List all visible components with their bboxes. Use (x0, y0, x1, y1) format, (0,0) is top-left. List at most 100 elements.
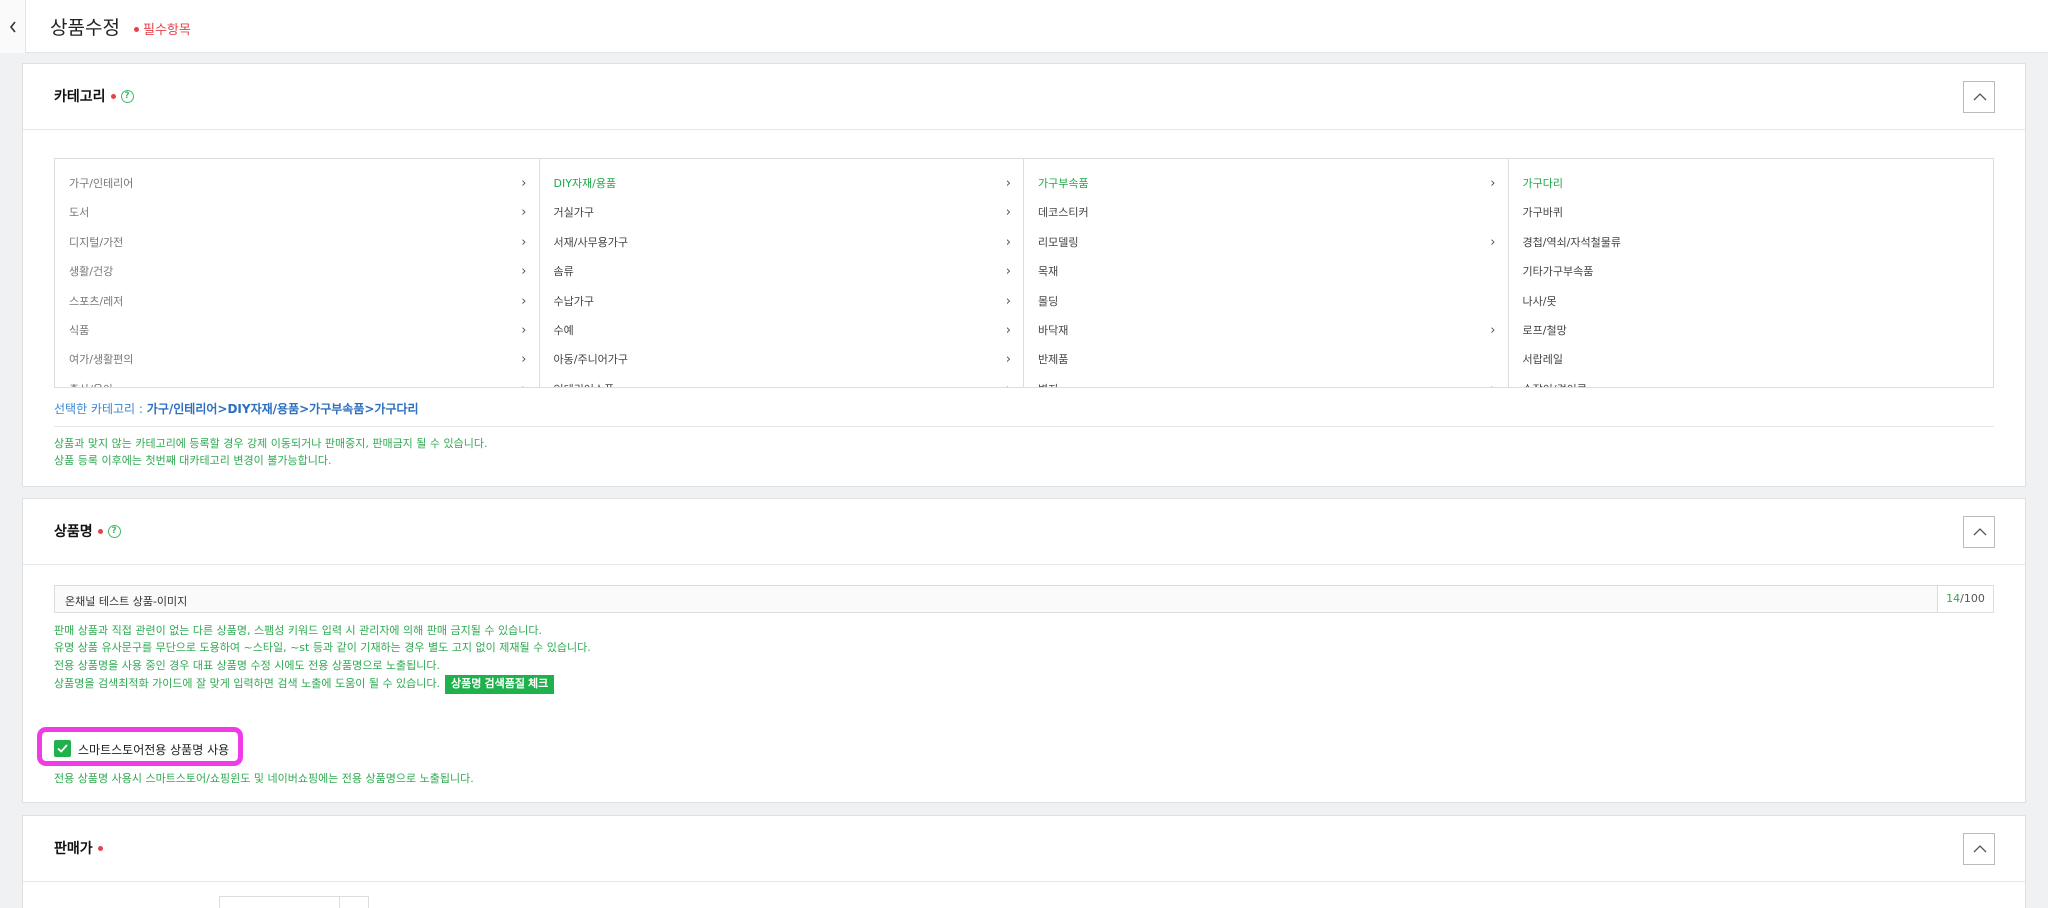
chevron-right-icon: › (1005, 352, 1011, 368)
category-item[interactable]: 나사/못 (1509, 287, 1994, 316)
chevron-right-icon: › (1005, 176, 1011, 191)
category-item[interactable]: 스포츠/레저 › (55, 287, 539, 316)
chevron-right-icon: › (521, 264, 527, 280)
help-icon[interactable]: ? (107, 524, 121, 538)
category-item[interactable]: 바닥재 › (1024, 316, 1508, 345)
page-header: 상품수정 필수항목 (0, 0, 2048, 53)
category-item[interactable]: 가구바퀴 (1509, 198, 1994, 227)
chevron-right-icon: › (521, 234, 527, 250)
price-panel: 판매가 (22, 815, 2026, 908)
category-item[interactable]: 아동/주니어가구 › (540, 345, 1024, 374)
category-item[interactable]: 몰딩 (1024, 287, 1508, 316)
category-selector: 가구/인테리어 › 도서 › 디지털/가전 › 생활/건강 › 스포츠/레저 › 식품 › 여가/생활편… (54, 158, 1994, 388)
category-item[interactable]: 거실가구 › (540, 198, 1024, 227)
checkmark-icon (57, 744, 68, 753)
category-column-4[interactable]: 가구다리가구바퀴경첩/역쇠/자석철물류기타가구부속품나사/못로프/철망서랍레일손… (1509, 159, 1994, 387)
chevron-right-icon: › (1005, 322, 1011, 338)
exclusive-name-checkbox[interactable] (54, 740, 71, 757)
product-name-notice-3: 전용 상품명을 사용 중인 경우 대표 상품명 수정 시에도 전용 상품명으로 … (54, 659, 441, 672)
category-item[interactable]: 가구부속품 › (1024, 169, 1508, 198)
price-panel-header: 판매가 (23, 816, 2025, 882)
product-name-value[interactable]: 온채널 테스트 상품-이미지 (65, 593, 187, 609)
required-dot-icon (97, 528, 103, 534)
required-dot-icon (97, 845, 103, 851)
product-name-panel: 상품명? 온채널 테스트 상품-이미지 14/100 판매 상품과 직접 관련이… (22, 498, 2026, 803)
product-name-panel-header: 상품명? (23, 499, 2025, 565)
category-panel: 카테고리? 가구/인테리어 › 도서 › 디지털/가전 › 생활/건강 › 스포츠/레저 › 식품 ›… (22, 63, 2026, 487)
category-item[interactable]: DIY자재/용품 › (540, 169, 1024, 198)
help-icon[interactable]: ? (120, 89, 134, 103)
category-panel-header: 카테고리? (23, 64, 2025, 130)
chevron-up-icon (1973, 845, 1987, 853)
back-button[interactable] (0, 0, 26, 53)
category-item[interactable]: 가구다리 (1509, 169, 1994, 198)
category-item[interactable]: 반제품 (1024, 345, 1508, 374)
category-item[interactable]: 솜류 › (540, 257, 1024, 286)
category-item[interactable]: 가구/인테리어 › (55, 169, 539, 198)
category-item[interactable]: 로프/철망 (1509, 316, 1994, 345)
selected-category: 선택한 카테고리 : 가구/인테리어>DIY자재/용품>가구부속품>가구다리 (54, 402, 419, 416)
chevron-right-icon: › (1490, 176, 1496, 191)
category-notice-1: 상품과 맞지 않는 카테고리에 등록할 경우 강제 이동되거나 판매중지, 판매… (54, 437, 488, 450)
exclusive-name-option: 스마트스토어전용 상품명 사용 (37, 727, 243, 766)
category-item[interactable]: 인테리어소품› (540, 375, 1024, 387)
product-name-title: 상품명? (54, 521, 121, 541)
required-dot-icon (134, 27, 139, 32)
page-title: 상품수정 (50, 17, 120, 39)
category-notice-2: 상품 등록 이후에는 첫번째 대카테고리 변경이 불가능합니다. (54, 454, 332, 467)
category-item[interactable]: 출산/육아› (55, 375, 539, 387)
exclusive-name-notice: 전용 상품명 사용시 스마트스토어/쇼핑윈도 및 네이버쇼핑에는 전용 상품명으… (54, 772, 474, 785)
chevron-right-icon: › (521, 205, 527, 221)
category-item[interactable]: 서재/사무용가구 › (540, 228, 1024, 257)
product-name-notice-4: 상품명을 검색최적화 가이드에 잘 맞게 입력하면 검색 노출에 도움이 될 수… (54, 675, 555, 694)
selected-category-path: 가구/인테리어>DIY자재/용품>가구부속품>가구다리 (146, 402, 419, 416)
category-item[interactable]: 디지털/가전 › (55, 228, 539, 257)
category-column-3[interactable]: 가구부속품›데코스티커리모델링›목재몰딩바닥재›반제품벽지› (1024, 159, 1509, 387)
collapse-price-button[interactable] (1963, 833, 1995, 865)
chevron-right-icon: › (1005, 293, 1011, 309)
category-item[interactable]: 경첩/역쇠/자석철물류 (1509, 228, 1994, 257)
chevron-right-icon: › (521, 176, 527, 191)
chevron-right-icon: › (1005, 205, 1011, 221)
chevron-right-icon: › (1490, 375, 1495, 387)
chevron-left-icon (9, 21, 16, 32)
category-item[interactable]: 데코스티커 (1024, 198, 1508, 227)
price-title: 판매가 (54, 838, 103, 858)
category-item[interactable]: 리모델링 › (1024, 228, 1508, 257)
category-item[interactable]: 손잡이/걸이류 (1509, 375, 1994, 387)
category-item[interactable]: 수예 › (540, 316, 1024, 345)
exclusive-name-label[interactable]: 스마트스토어전용 상품명 사용 (78, 741, 229, 758)
category-item[interactable]: 서랍레일 (1509, 345, 1994, 374)
chevron-up-icon (1973, 528, 1987, 536)
chevron-right-icon: › (1490, 322, 1496, 338)
divider (54, 426, 1994, 427)
chevron-right-icon: › (521, 352, 527, 368)
category-item[interactable]: 식품 › (55, 316, 539, 345)
chevron-right-icon: › (1005, 264, 1011, 280)
required-dot-icon (110, 93, 116, 99)
chevron-right-icon: › (1005, 234, 1011, 250)
category-title: 카테고리? (54, 86, 134, 106)
seo-check-button[interactable]: 상품명 검색품질 체크 (445, 675, 555, 694)
product-name-notice-1: 판매 상품과 직접 관련이 없는 다른 상품명, 스팸성 키워드 입력 시 관리… (54, 624, 542, 637)
required-note: 필수항목 (134, 19, 191, 38)
chevron-up-icon (1973, 93, 1987, 101)
category-item[interactable]: 기타가구부속품 (1509, 257, 1994, 286)
category-column-2[interactable]: DIY자재/용품 › 거실가구 › 서재/사무용가구 › 솜류 › 수납가구 › 수예 › 아동/주니어… (540, 159, 1024, 387)
product-name-notice-2: 유명 상품 유사문구를 무단으로 도용하여 ~스타일, ~st 등과 같이 기재… (54, 641, 591, 654)
collapse-category-button[interactable] (1963, 81, 1995, 113)
collapse-product-name-button[interactable] (1963, 516, 1995, 548)
category-item[interactable]: 수납가구 › (540, 287, 1024, 316)
chevron-right-icon: › (521, 293, 527, 309)
chevron-right-icon: › (1490, 234, 1496, 250)
category-item[interactable]: 생활/건강 › (55, 257, 539, 286)
category-column-1[interactable]: 가구/인테리어 › 도서 › 디지털/가전 › 생활/건강 › 스포츠/레저 › 식품 › 여가/생활편… (55, 159, 540, 387)
price-input[interactable] (219, 896, 369, 908)
char-counter: 14/100 (1937, 586, 1993, 612)
category-item[interactable]: 도서 › (55, 198, 539, 227)
product-name-input[interactable]: 온채널 테스트 상품-이미지 14/100 (54, 585, 1994, 613)
chevron-right-icon: › (521, 375, 526, 387)
category-item[interactable]: 목재 (1024, 257, 1508, 286)
category-item[interactable]: 벽지› (1024, 375, 1508, 387)
category-item[interactable]: 여가/생활편의 › (55, 345, 539, 374)
